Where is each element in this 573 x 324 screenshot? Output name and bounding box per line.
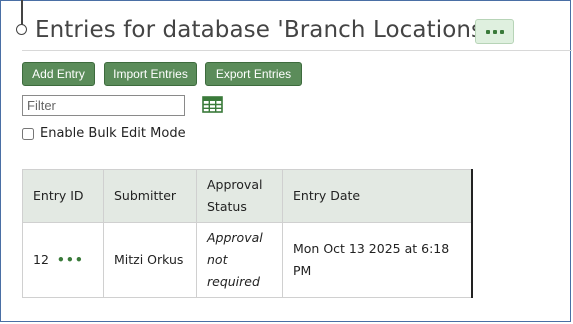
column-header-entry-date[interactable]: Entry Date (282, 169, 473, 223)
bulk-edit-label: Enable Bulk Edit Mode (40, 126, 186, 141)
add-entry-button[interactable]: Add Entry (22, 62, 95, 86)
timeline-node-icon (16, 24, 27, 35)
more-dots-icon (492, 29, 497, 34)
table-header-row: Entry ID Submitter Approval Status Entry… (22, 169, 473, 223)
export-entries-button[interactable]: Export Entries (205, 62, 302, 86)
entries-table: Entry ID Submitter Approval Status Entry… (22, 169, 473, 298)
column-header-submitter[interactable]: Submitter (103, 169, 197, 223)
cell-entry-id: 12 ••• (22, 222, 104, 298)
cell-submitter: Mitzi Orkus (103, 222, 197, 298)
spreadsheet-icon[interactable] (202, 96, 223, 113)
bulk-edit-toggle[interactable]: Enable Bulk Edit Mode (22, 126, 186, 141)
cell-approval-status: Approval not required (196, 222, 283, 298)
row-menu-icon[interactable]: ••• (57, 252, 84, 267)
filter-input[interactable] (22, 95, 185, 116)
table-row[interactable]: 12 ••• Mitzi Orkus Approval not required … (22, 222, 473, 298)
column-header-approval-status[interactable]: Approval Status (196, 169, 283, 223)
page-title: Entries for database 'Branch Locations' (35, 17, 490, 43)
entry-id-value: 12 (33, 252, 49, 267)
more-options-button[interactable] (475, 19, 514, 44)
column-header-entry-id[interactable]: Entry ID (22, 169, 104, 223)
more-dots-icon (499, 29, 504, 34)
bulk-edit-checkbox[interactable] (22, 127, 34, 140)
cell-entry-date: Mon Oct 13 2025 at 6:18 PM (282, 222, 473, 298)
more-dots-icon (485, 29, 490, 34)
divider (22, 50, 572, 51)
import-entries-button[interactable]: Import Entries (104, 62, 197, 86)
